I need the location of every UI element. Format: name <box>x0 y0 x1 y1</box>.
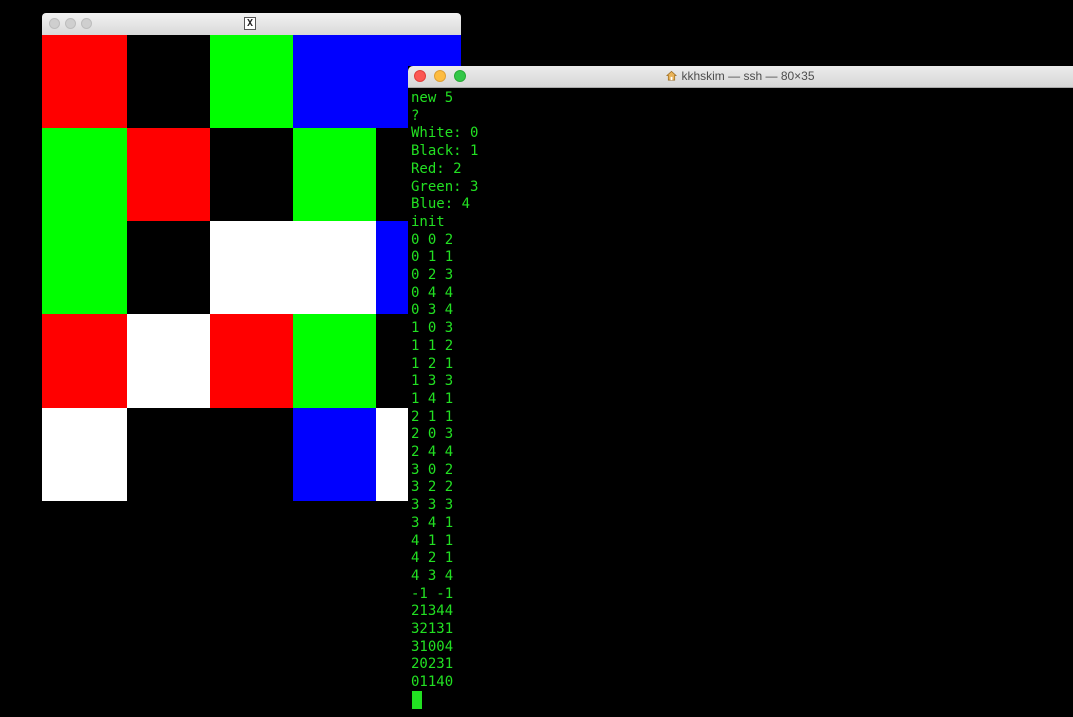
terminal-window: kkhskim — ssh — 80×35 new 5? White: 0 Blac… <box>408 66 1073 717</box>
terminal-line: 0 2 3 <box>411 267 454 283</box>
terminal-line: Green: 3 <box>411 178 479 195</box>
terminal-line: 21344 <box>411 603 454 620</box>
terminal-line: init <box>411 213 445 230</box>
terminal-line: 3 4 1 <box>411 514 454 531</box>
grid-cell-3-3 <box>293 314 376 408</box>
terminal-line: 3 2 2 <box>411 479 454 496</box>
terminal-line: 2 4 4 <box>411 444 454 460</box>
zoom-button[interactable] <box>81 18 92 29</box>
terminal-line: 4 1 1 <box>411 532 454 549</box>
terminal-line: 32131 <box>411 621 454 637</box>
terminal-line: White: 0 <box>411 125 479 142</box>
grid-cell-4-2 <box>210 408 293 501</box>
terminal-line: 01140 <box>411 674 454 691</box>
grid-cell-2-2 <box>210 221 293 314</box>
close-button[interactable] <box>49 18 60 29</box>
text-cursor <box>412 691 422 709</box>
terminal-line: Black: 1 <box>411 143 479 160</box>
terminal-line: 1 1 2 <box>411 337 454 354</box>
terminal-line: 3 0 2 <box>411 461 454 478</box>
grid-cell-4-0 <box>42 408 127 501</box>
grid-cell-1-0 <box>42 128 127 221</box>
terminal-line: Red: 2 <box>411 160 462 177</box>
grid-cell-1-1 <box>127 128 210 221</box>
terminal-line: 0 3 4 <box>411 302 454 319</box>
terminal-line: 4 3 4 <box>411 567 454 584</box>
grid-cell-2-1 <box>127 221 210 314</box>
terminal-line: 3 3 3 <box>411 497 454 514</box>
grid-cell-3-1 <box>127 314 210 408</box>
grid-cell-0-0 <box>42 35 127 128</box>
grid-cell-2-3 <box>293 221 376 314</box>
terminal-line: ? <box>411 107 420 124</box>
color-grid-canvas[interactable] <box>42 35 461 501</box>
terminal-line: 1 3 3 <box>411 373 454 390</box>
grid-cell-4-3 <box>293 408 376 501</box>
terminal-line: 4 2 1 <box>411 550 454 567</box>
terminal-line: 0 1 1 <box>411 249 454 266</box>
terminal-title: kkhskim — ssh — 80×35 <box>681 69 815 83</box>
terminal-line: 0 4 4 <box>411 284 454 301</box>
terminal-line: 1 2 1 <box>411 355 454 372</box>
grid-cell-3-0 <box>42 314 127 408</box>
terminal-output[interactable]: new 5? White: 0 Black: 1 Red: 2 Green: 3 Blue… <box>411 90 1071 716</box>
terminal-line: 20231 <box>411 656 454 673</box>
home-folder-icon <box>666 70 678 81</box>
terminal-line: Blue: 4 <box>411 196 471 213</box>
x11-window: X <box>42 13 461 501</box>
terminal-line: 1 0 3 <box>411 320 454 337</box>
x11-icon: X <box>244 17 256 30</box>
terminal-line: 2 0 3 <box>411 426 454 443</box>
minimize-button[interactable] <box>65 18 76 29</box>
grid-cell-1-3 <box>293 128 376 221</box>
terminal-line: new 5 <box>411 90 454 106</box>
grid-cell-2-0 <box>42 221 127 314</box>
grid-cell-0-1 <box>127 35 210 128</box>
terminal-line: 1 4 1 <box>411 390 454 407</box>
terminal-title-bar[interactable]: kkhskim — ssh — 80×35 <box>408 66 1073 88</box>
grid-cell-4-1 <box>127 408 210 501</box>
x11-title-bar[interactable]: X <box>42 13 461 36</box>
grid-cell-3-2 <box>210 314 293 408</box>
terminal-line: 31004 <box>411 638 454 655</box>
grid-cell-0-3 <box>293 35 376 128</box>
grid-cell-1-2 <box>210 128 293 221</box>
grid-cell-0-2 <box>210 35 293 128</box>
terminal-line: 0 0 2 <box>411 231 454 248</box>
terminal-line: 2 1 1 <box>411 408 454 425</box>
terminal-line: -1 -1 <box>411 585 454 602</box>
